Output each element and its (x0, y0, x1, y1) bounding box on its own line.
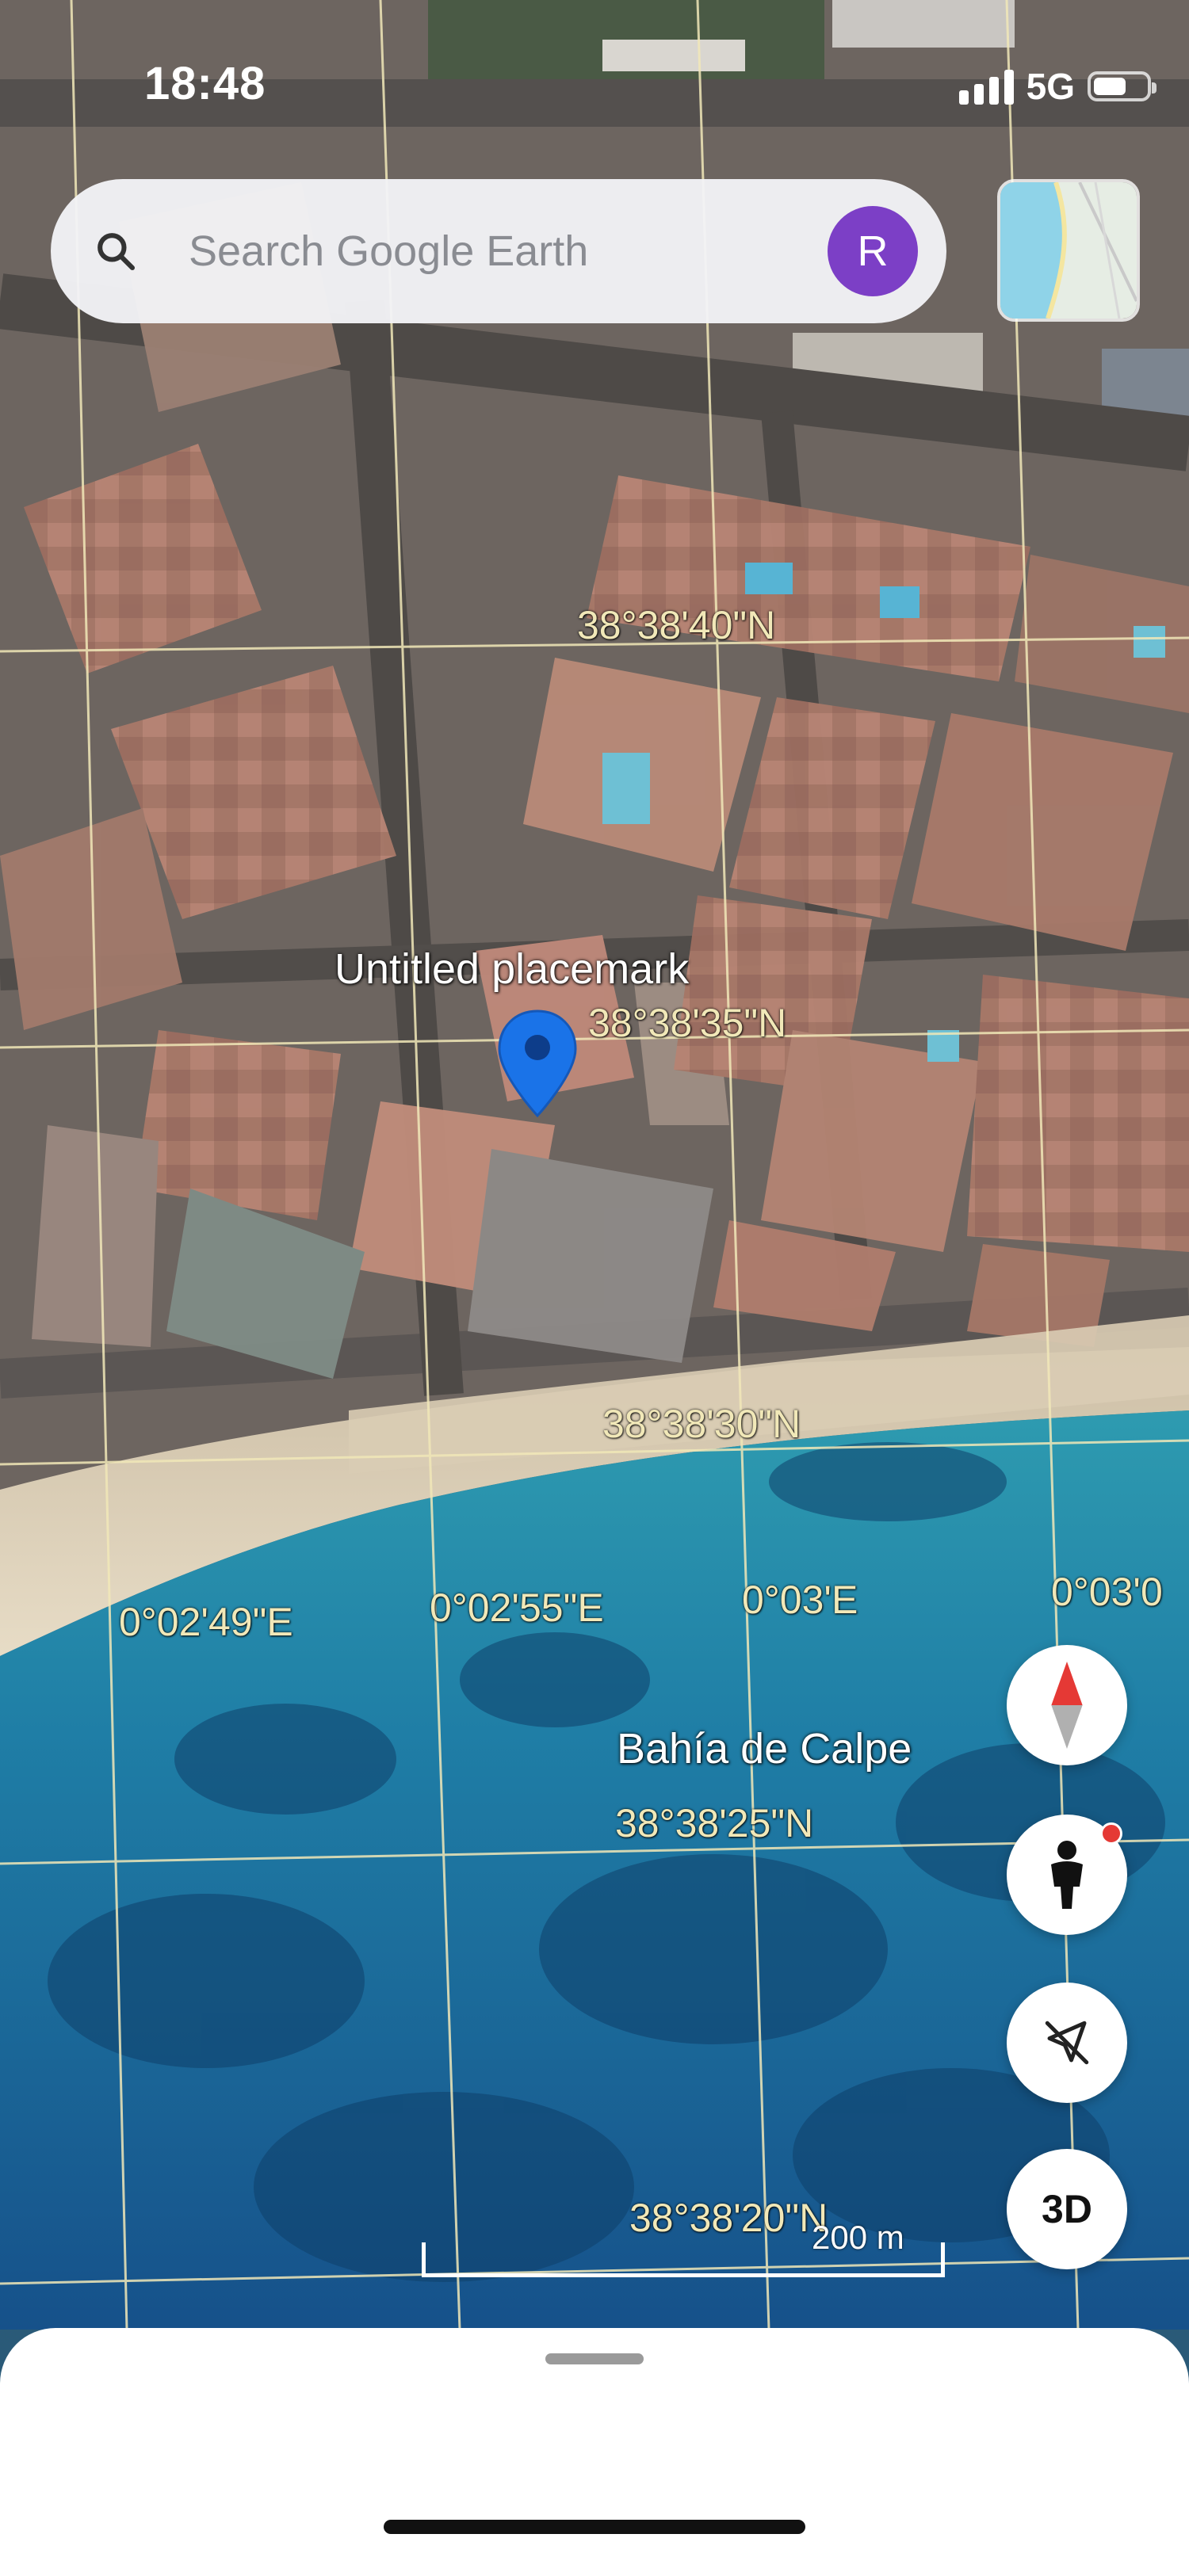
map-style-button[interactable] (997, 179, 1140, 322)
home-indicator[interactable] (384, 2520, 805, 2534)
longitude-label: 0°03'E (742, 1578, 858, 1622)
location-off-icon (1045, 2021, 1089, 2065)
pegman-icon (1051, 1841, 1083, 1909)
longitude-label: 0°03'0 (1051, 1570, 1163, 1614)
map-thumbnail-icon (1000, 182, 1137, 319)
placemark-label[interactable]: Untitled placemark (335, 945, 689, 994)
longitude-label: 0°02'49"E (119, 1600, 293, 1644)
satellite-map[interactable] (0, 0, 1189, 2330)
search-icon (97, 233, 136, 271)
scale-bar (422, 2242, 945, 2277)
pin-icon (498, 1009, 577, 1118)
latitude-label: 38°38'20"N (629, 2196, 828, 2240)
latitude-label: 38°38'30"N (602, 1402, 801, 1446)
view-3d-button[interactable]: 3D (1007, 2149, 1127, 2269)
placemark-pin[interactable] (496, 1008, 579, 1123)
street-view-button[interactable] (1007, 1815, 1127, 1935)
latitude-label: 38°38'25"N (615, 1801, 814, 1845)
compass-icon (1051, 1662, 1083, 1749)
search-bar[interactable]: R (51, 179, 946, 323)
latitude-label: 38°38'40"N (577, 603, 776, 647)
status-icons: 5G (958, 65, 1157, 108)
account-avatar[interactable]: R (828, 206, 918, 296)
latitude-label: 38°38'35"N (588, 1001, 787, 1045)
network-label: 5G (1026, 66, 1075, 107)
sheet-handle[interactable] (545, 2353, 644, 2364)
notification-dot (1100, 1822, 1122, 1845)
my-location-button[interactable] (1007, 1983, 1127, 2103)
compass-button[interactable] (1007, 1645, 1127, 1765)
battery-icon (1088, 71, 1157, 101)
longitude-label: 0°02'55"E (430, 1586, 604, 1630)
place-name-label: Bahía de Calpe (617, 1725, 912, 1773)
search-input[interactable] (187, 226, 828, 277)
status-time: 18:48 (144, 58, 266, 109)
signal-icon (958, 68, 1014, 105)
bottom-sheet[interactable] (0, 2328, 1189, 2576)
